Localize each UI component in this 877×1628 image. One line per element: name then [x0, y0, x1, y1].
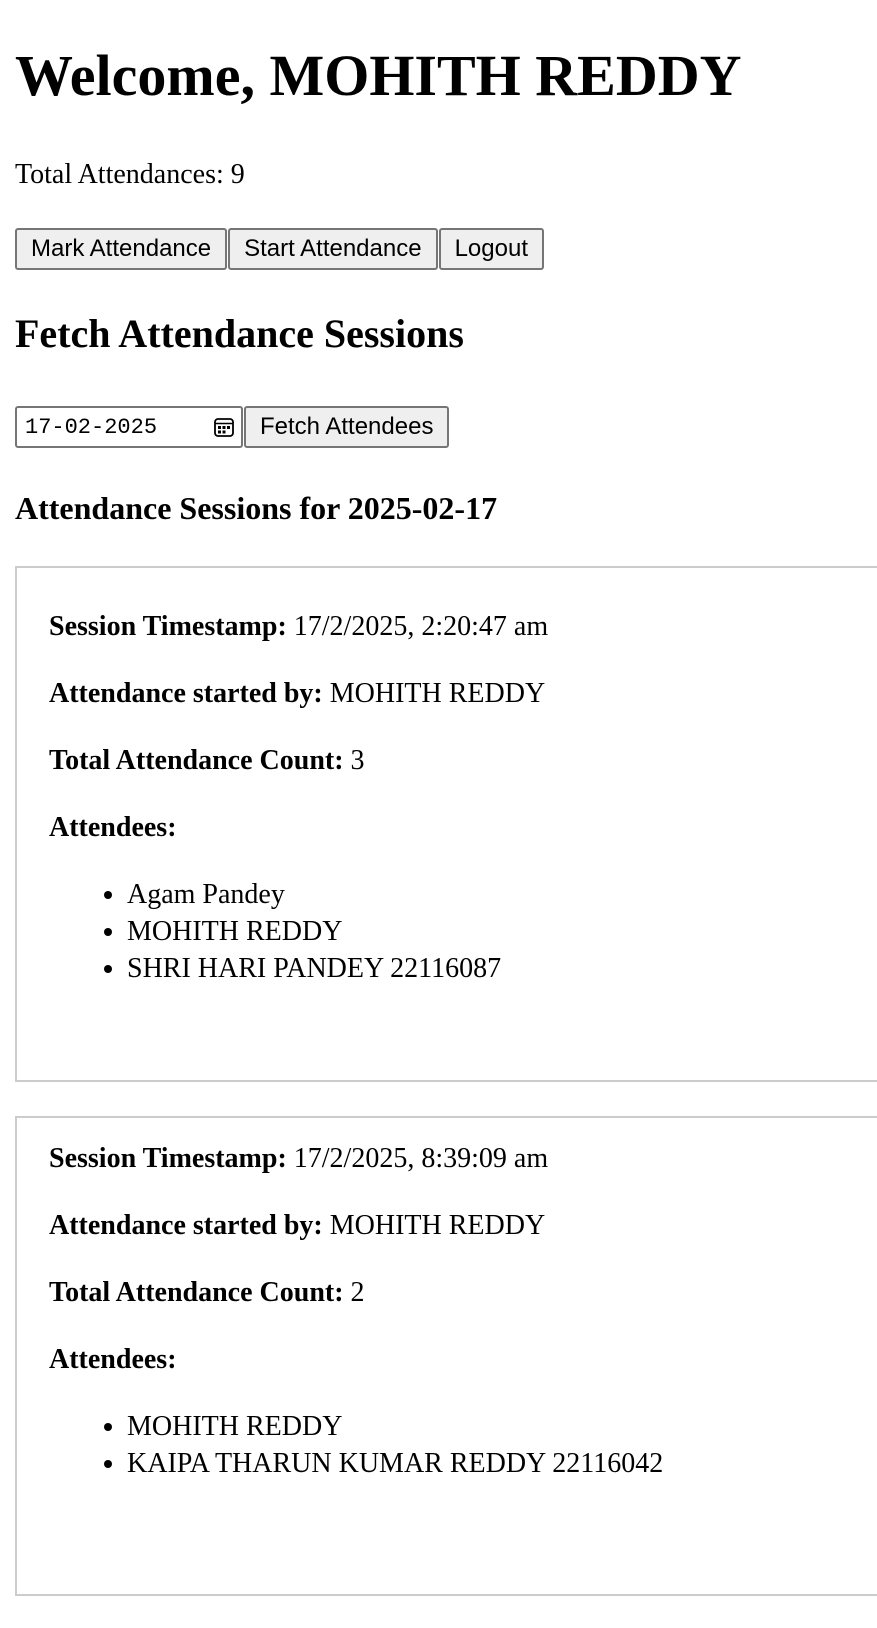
- session-card: Session Timestamp: 17/2/2025, 2:20:47 am…: [15, 566, 877, 1082]
- list-item: SHRI HARI PANDEY 22116087: [127, 950, 501, 987]
- session-timestamp-value: 17/2/2025, 8:39:09 am: [293, 1143, 549, 1174]
- attendees-list: Agam Pandey MOHITH REDDY SHRI HARI PANDE…: [49, 876, 501, 987]
- started-by-value: MOHITH REDDY: [329, 1210, 546, 1241]
- fetch-sessions-heading: Fetch Attendance Sessions: [15, 311, 464, 356]
- sessions-heading: Attendance Sessions for 2025-02-17: [15, 490, 498, 526]
- count-label: Total Attendance Count:: [49, 745, 344, 776]
- logout-button[interactable]: Logout: [438, 228, 544, 270]
- count-value: 3: [350, 745, 365, 776]
- fetch-attendees-button[interactable]: Fetch Attendees: [244, 406, 450, 448]
- session-card: Session Timestamp: 17/2/2025, 8:39:09 am…: [15, 1116, 877, 1596]
- session-timestamp-value: 17/2/2025, 2:20:47 am: [293, 611, 549, 642]
- session-timestamp-label: Session Timestamp:: [49, 1143, 287, 1174]
- session-timestamp: Session Timestamp: 17/2/2025, 8:39:09 am: [49, 1142, 548, 1176]
- start-attendance-button[interactable]: Start Attendance: [228, 228, 438, 270]
- attendees-list: MOHITH REDDY KAIPA THARUN KUMAR REDDY 22…: [49, 1408, 663, 1482]
- action-buttons: Mark Attendance Start Attendance Logout: [15, 228, 544, 270]
- started-by-label: Attendance started by:: [49, 678, 323, 709]
- session-timestamp-label: Session Timestamp:: [49, 611, 287, 642]
- list-item: MOHITH REDDY: [127, 1408, 663, 1445]
- total-attendances: Total Attendances: 9: [15, 159, 245, 190]
- session-started-by: Attendance started by: MOHITH REDDY: [49, 677, 545, 711]
- session-timestamp: Session Timestamp: 17/2/2025, 2:20:47 am: [49, 610, 548, 644]
- attendees-label: Attendees:: [49, 811, 177, 845]
- started-by-label: Attendance started by:: [49, 1210, 323, 1241]
- date-input-value: 17-02-2025: [25, 414, 158, 440]
- fetch-controls: 17-02-2025 Fetch Attendees: [15, 406, 450, 448]
- mark-attendance-button[interactable]: Mark Attendance: [15, 228, 228, 270]
- session-started-by: Attendance started by: MOHITH REDDY: [49, 1209, 545, 1243]
- list-item: KAIPA THARUN KUMAR REDDY 22116042: [127, 1445, 663, 1482]
- session-count: Total Attendance Count: 3: [49, 744, 365, 778]
- list-item: MOHITH REDDY: [127, 913, 501, 950]
- started-by-value: MOHITH REDDY: [329, 678, 546, 709]
- calendar-icon[interactable]: [213, 416, 235, 438]
- count-label: Total Attendance Count:: [49, 1277, 344, 1308]
- session-count: Total Attendance Count: 2: [49, 1276, 365, 1310]
- list-item: Agam Pandey: [127, 876, 501, 913]
- attendees-label: Attendees:: [49, 1343, 177, 1377]
- attendees-label-text: Attendees:: [49, 812, 177, 843]
- count-value: 2: [350, 1277, 365, 1308]
- attendees-label-text: Attendees:: [49, 1344, 177, 1375]
- date-input[interactable]: 17-02-2025: [15, 406, 243, 448]
- welcome-heading: Welcome, MOHITH REDDY: [15, 43, 742, 108]
